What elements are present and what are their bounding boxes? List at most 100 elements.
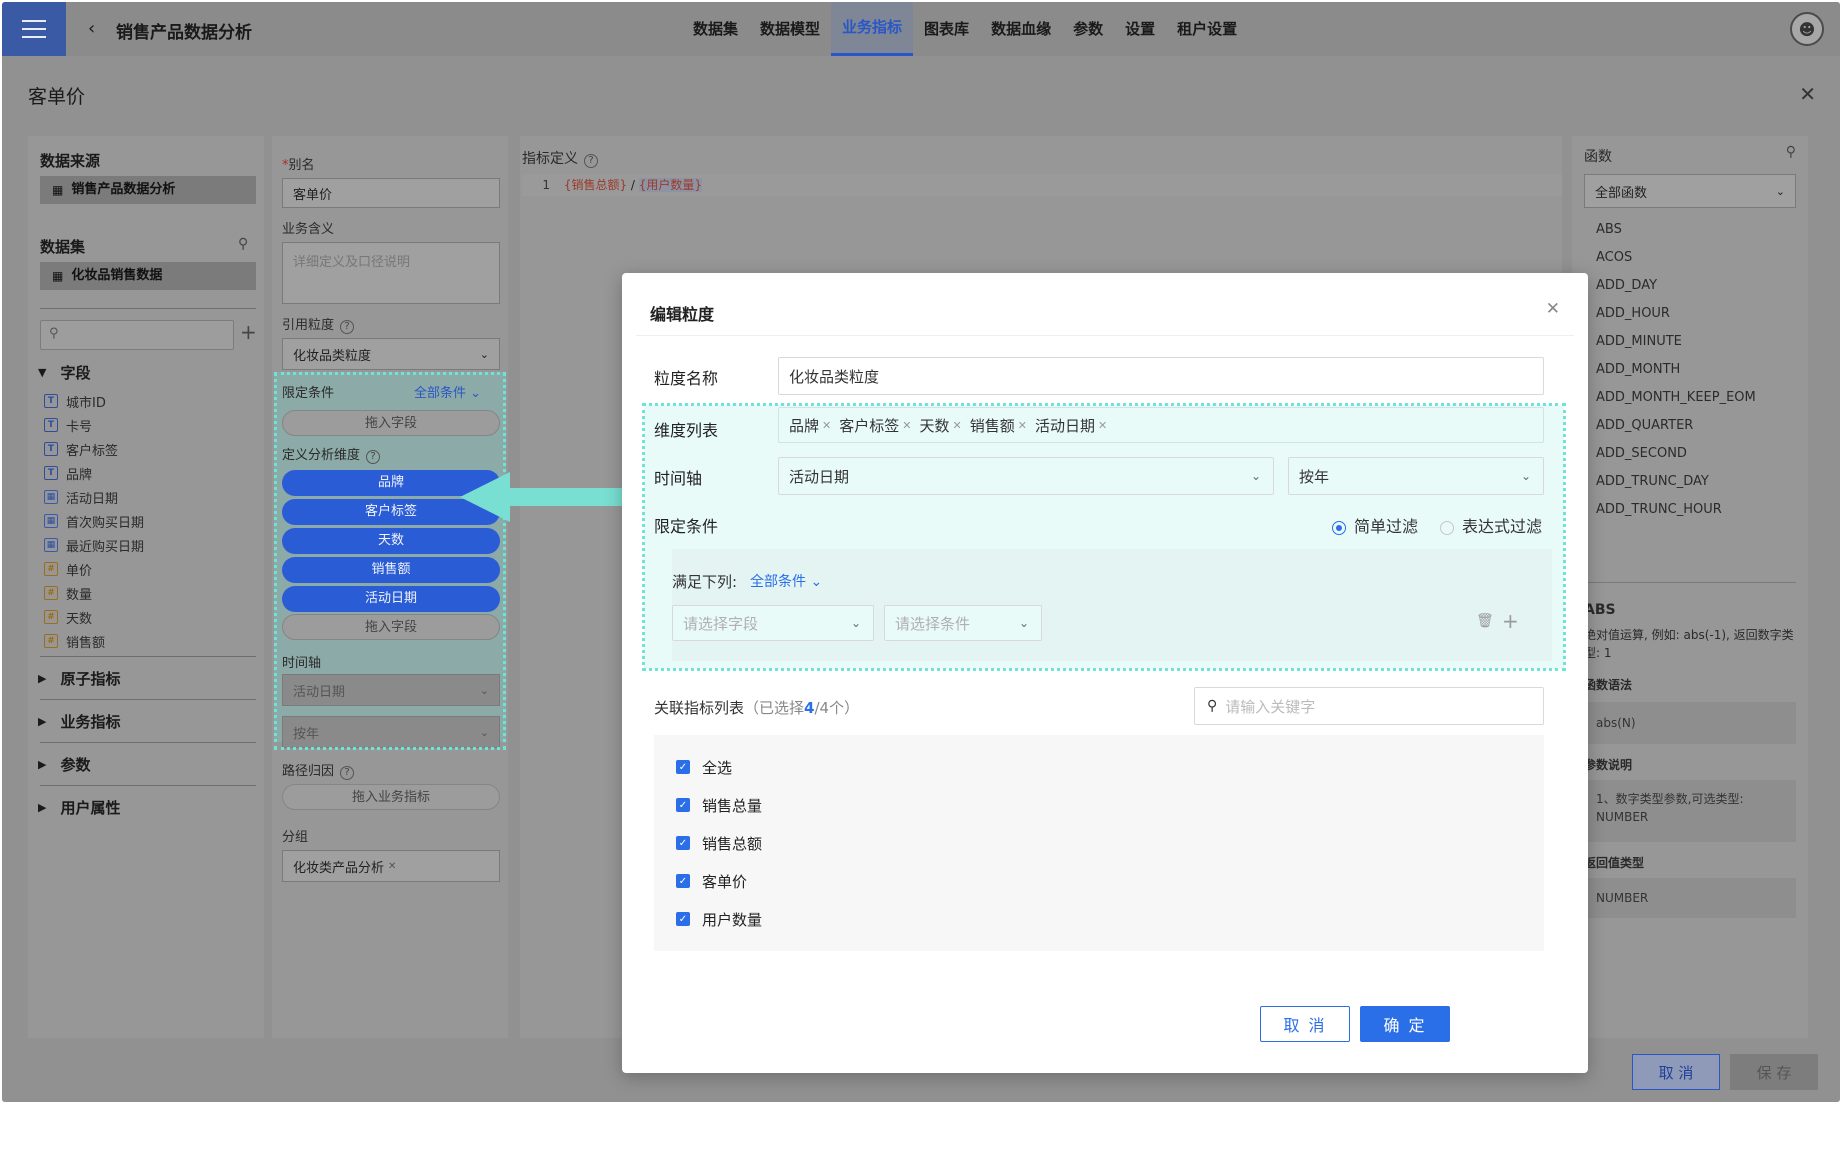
meaning-textarea[interactable]: 详细定义及口径说明	[282, 242, 500, 304]
function-item[interactable]: ADD_MONTH_KEEP_EOM	[1596, 390, 1756, 405]
nav-tab[interactable]: 业务指标	[831, 2, 914, 56]
field-label: 城市ID	[66, 395, 106, 411]
granularity-label: 引用粒度?	[282, 314, 355, 334]
field-item[interactable]: # 销售额	[44, 630, 105, 652]
help-icon: ?	[340, 766, 355, 780]
drawer-save-button[interactable]: 保 存	[1730, 1054, 1818, 1090]
group-value: 化妆类产品分析	[293, 860, 385, 876]
avatar[interactable]: ☻	[1790, 12, 1824, 46]
function-item[interactable]: ADD_TRUNC_DAY	[1596, 474, 1709, 489]
granularity-name-label: 粒度名称	[654, 369, 719, 388]
field-item[interactable]: T 品牌	[44, 462, 92, 484]
field-item[interactable]: T 卡号	[44, 414, 92, 436]
add-icon[interactable]: +	[240, 320, 257, 344]
metric-check-label: 全选	[702, 759, 733, 777]
function-item[interactable]: ADD_MINUTE	[1596, 334, 1682, 349]
function-item[interactable]: ADD_HOUR	[1596, 306, 1670, 321]
token-user-count: {用户数量}	[638, 178, 703, 192]
field-item[interactable]: # 数量	[44, 582, 92, 604]
nav-tab[interactable]: 租户设置	[1166, 2, 1248, 56]
metric-check-list: ✓ 全选 ✓ 销售总量 ✓ 销售总额 ✓ 客单价 ✓ 用户数量	[654, 735, 1544, 951]
checkbox-checked-icon[interactable]: ✓	[676, 912, 690, 926]
close-icon[interactable]: ✕	[1546, 299, 1560, 319]
menu-icon[interactable]	[2, 2, 66, 56]
close-icon[interactable]: ✕	[388, 861, 396, 872]
nav-tab[interactable]: 数据集	[682, 2, 749, 56]
field-label: 卡号	[66, 419, 93, 435]
dashed-outline-modal	[642, 403, 1566, 671]
keyword-search-input[interactable]: ⚲ 请输入关键字	[1194, 687, 1544, 725]
checkbox-checked-icon[interactable]: ✓	[676, 760, 690, 774]
function-item[interactable]: ABS	[1596, 222, 1622, 237]
param-title: 参数说明	[1584, 758, 1633, 772]
alias-input[interactable]: 客单价	[282, 178, 500, 208]
nav-tab[interactable]: 设置	[1114, 2, 1166, 56]
group-label: 分组	[282, 830, 309, 845]
field-item[interactable]: ▦ 首次购买日期	[44, 510, 144, 532]
code-line[interactable]: 1 {销售总额} / {用户数量}	[522, 174, 1562, 196]
field-search-input[interactable]: ⚲	[40, 320, 234, 350]
tree-group[interactable]: ▶ 原子指标	[38, 668, 120, 689]
caret-right-icon: ▶	[38, 758, 47, 771]
granularity-select[interactable]: 化妆品类粒度 ⌄	[282, 338, 500, 370]
dialog-cancel-button[interactable]: 取 消	[1260, 1006, 1350, 1042]
fields-group-label: 字段	[60, 364, 91, 382]
search-icon[interactable]: ⚲	[1786, 144, 1796, 160]
date-type-icon: ▦	[44, 538, 58, 552]
related-count: 4	[804, 699, 815, 717]
number-type-icon: #	[44, 610, 58, 624]
function-title: 函数	[1584, 149, 1612, 165]
drag-metric-dropzone[interactable]: 拖入业务指标	[282, 784, 500, 810]
field-label: 品牌	[66, 467, 93, 483]
tree-group[interactable]: ▶ 参数	[38, 754, 90, 775]
back-arrow-icon[interactable]: ‹	[88, 18, 95, 39]
text-type-icon: T	[44, 418, 58, 432]
function-item[interactable]: ADD_MONTH	[1596, 362, 1680, 377]
tree-group[interactable]: ▶ 业务指标	[38, 711, 120, 732]
function-item[interactable]: ADD_TRUNC_HOUR	[1596, 502, 1722, 517]
tree-group[interactable]: ▶ 用户属性	[38, 797, 120, 818]
datasource-title: 数据来源	[40, 152, 101, 170]
drawer-cancel-button[interactable]: 取 消	[1632, 1054, 1720, 1090]
fields-group[interactable]: ▼ 字段	[38, 362, 90, 383]
nav-tab[interactable]: 数据血缘	[980, 2, 1062, 56]
expression-label-text: 指标定义	[522, 151, 578, 167]
nav-tab[interactable]: 数据模型	[749, 2, 831, 56]
group-select[interactable]: 化妆类产品分析 ✕	[282, 850, 500, 882]
function-item[interactable]: ADD_DAY	[1596, 278, 1657, 293]
granularity-name-input[interactable]: 化妆品类粒度	[778, 357, 1544, 395]
field-item[interactable]: # 天数	[44, 606, 92, 628]
field-label: 单价	[66, 563, 93, 579]
field-label: 客户标签	[66, 443, 119, 459]
field-item[interactable]: T 客户标签	[44, 438, 118, 460]
tree-group-label: 用户属性	[60, 799, 121, 817]
nav-tab[interactable]: 图表库	[913, 2, 980, 56]
datasource-chip[interactable]: ▦ 销售产品数据分析	[40, 176, 256, 204]
field-item[interactable]: # 单价	[44, 558, 92, 580]
checkbox-checked-icon[interactable]: ✓	[676, 874, 690, 888]
related-metrics-label: 关联指标列表（已选择4/4个）	[654, 697, 859, 718]
datasource-value: 销售产品数据分析	[71, 182, 176, 197]
field-label: 最近购买日期	[66, 539, 145, 555]
meaning-label: 业务含义	[282, 222, 335, 237]
caret-right-icon: ▶	[38, 672, 47, 685]
dialog-ok-button[interactable]: 确 定	[1360, 1006, 1450, 1042]
divider	[636, 335, 1574, 336]
dataset-chip[interactable]: ▦ 化妆品销售数据	[40, 262, 256, 290]
function-item[interactable]: ACOS	[1596, 250, 1632, 265]
checkbox-checked-icon[interactable]: ✓	[676, 836, 690, 850]
syntax-box: abs(N)	[1584, 702, 1796, 744]
checkbox-checked-icon[interactable]: ✓	[676, 798, 690, 812]
search-icon[interactable]: ⚲	[238, 236, 248, 252]
function-category-select[interactable]: 全部函数 ⌄	[1584, 174, 1796, 208]
close-icon[interactable]: ✕	[1799, 82, 1816, 106]
field-item[interactable]: ▦ 最近购买日期	[44, 534, 144, 556]
field-item[interactable]: T 城市ID	[44, 390, 106, 412]
field-item[interactable]: ▦ 活动日期	[44, 486, 118, 508]
nav-tab[interactable]: 参数	[1062, 2, 1114, 56]
related-prefix: （已选择	[744, 699, 805, 717]
nav-tabs: 数据集 数据模型 业务指标 图表库 数据血缘 参数 设置 租户设置	[682, 2, 1248, 56]
app-title: 销售产品数据分析	[116, 23, 252, 43]
function-item[interactable]: ADD_QUARTER	[1596, 418, 1693, 433]
function-item[interactable]: ADD_SECOND	[1596, 446, 1687, 461]
